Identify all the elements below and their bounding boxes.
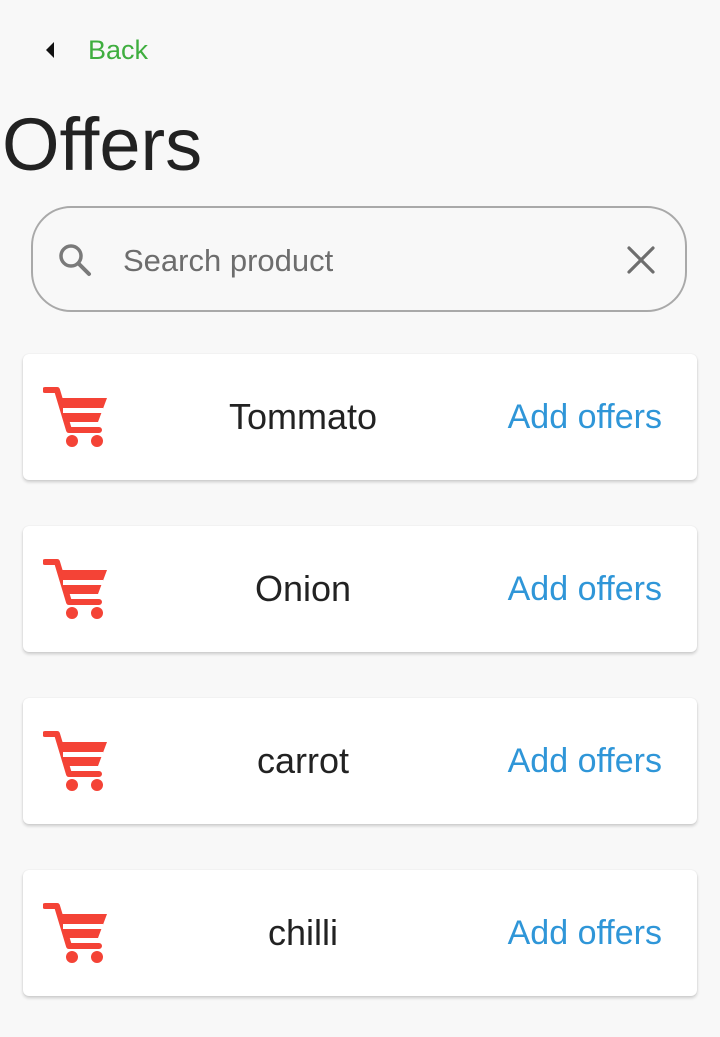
- page-title: Offers: [2, 103, 203, 186]
- offers-screen: Back Offers Search product Tommato Add o…: [0, 0, 720, 1037]
- product-card: Tommato Add offers: [23, 354, 697, 480]
- add-offers-button[interactable]: Add offers: [508, 698, 662, 824]
- shopping-cart-icon: [42, 902, 109, 964]
- add-offers-button[interactable]: Add offers: [508, 870, 662, 996]
- product-card: carrot Add offers: [23, 698, 697, 824]
- product-list: Tommato Add offers Onion Add offers carr…: [23, 354, 697, 1037]
- product-card: chilli Add offers: [23, 870, 697, 996]
- add-offers-button[interactable]: Add offers: [508, 526, 662, 652]
- caret-left-icon: [40, 40, 60, 60]
- product-name: carrot: [256, 740, 350, 781]
- search-icon: [55, 240, 95, 280]
- shopping-cart-icon: [42, 386, 109, 448]
- back-button[interactable]: Back: [40, 30, 148, 70]
- back-label: Back: [88, 34, 149, 65]
- shopping-cart-icon: [42, 730, 109, 792]
- add-offers-button[interactable]: Add offers: [508, 354, 662, 480]
- search-input[interactable]: [121, 233, 605, 289]
- shopping-cart-icon: [42, 558, 109, 620]
- product-card: Onion Add offers: [23, 526, 697, 652]
- product-name: Tommato: [228, 396, 378, 437]
- search-bar: [31, 206, 687, 312]
- product-name: Onion: [254, 568, 352, 609]
- product-name: chilli: [267, 912, 338, 953]
- close-icon[interactable]: [623, 242, 659, 278]
